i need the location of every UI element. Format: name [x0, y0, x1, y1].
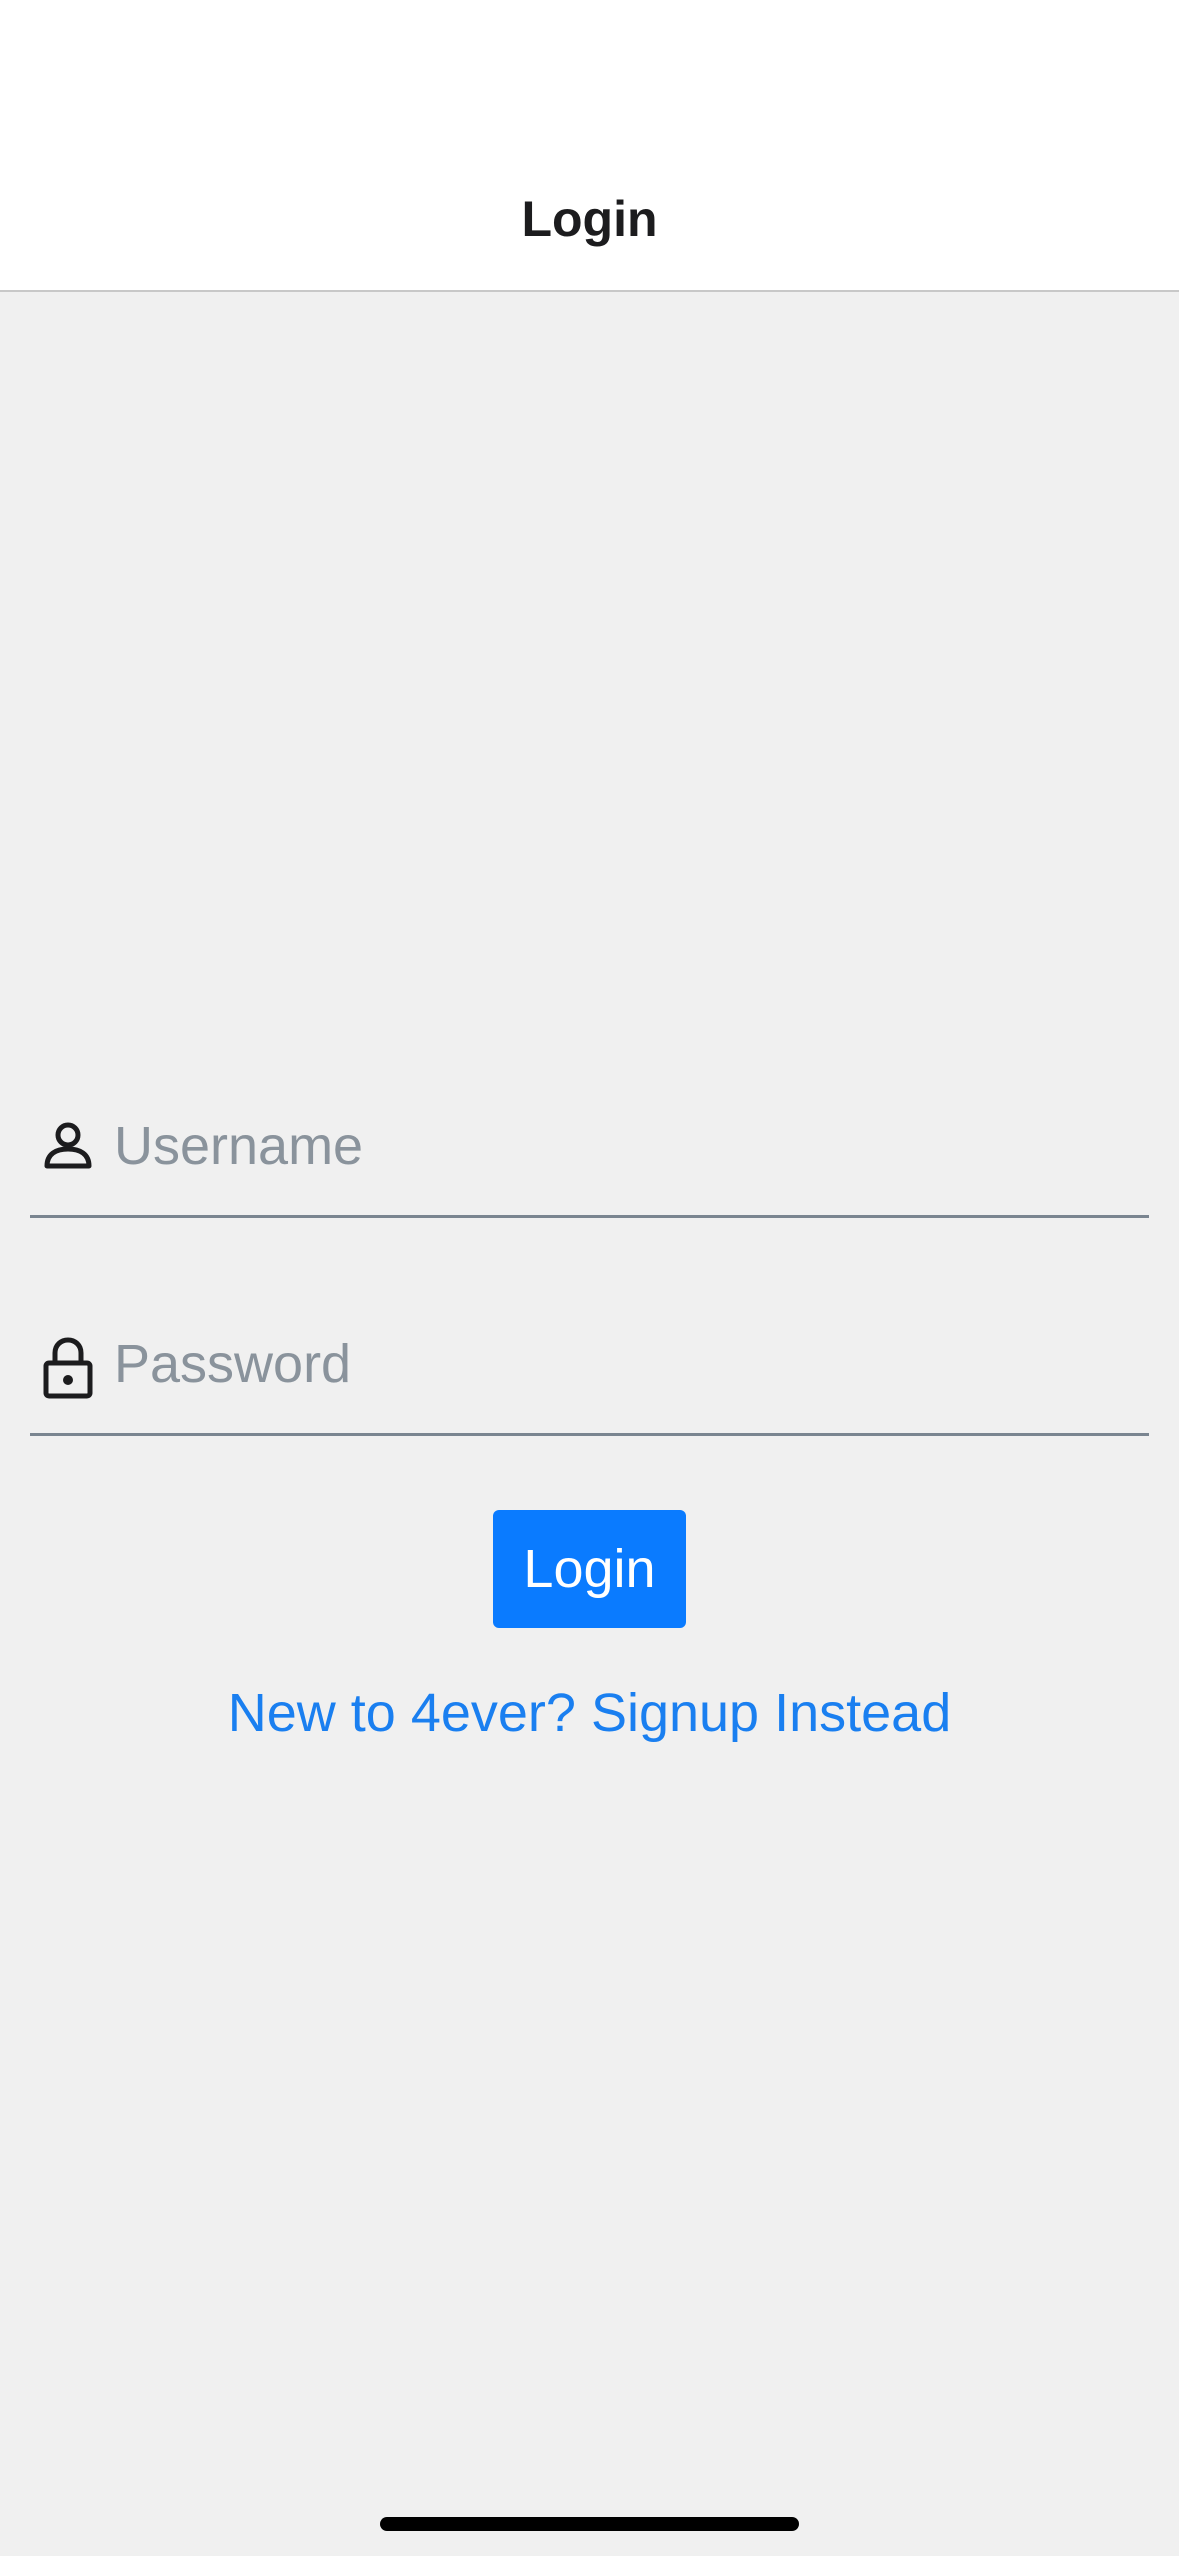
username-input[interactable]	[114, 1104, 1134, 1188]
navigation-bar: Login	[0, 0, 1179, 292]
signup-link[interactable]: New to 4ever? Signup Instead	[0, 1682, 1179, 1744]
page-title: Login	[521, 191, 658, 247]
password-field[interactable]	[30, 1316, 1149, 1436]
home-indicator[interactable]	[380, 2517, 799, 2531]
person-icon	[38, 1116, 98, 1176]
username-field[interactable]	[30, 1098, 1149, 1218]
login-button[interactable]: Login	[493, 1510, 686, 1628]
password-input[interactable]	[114, 1322, 1134, 1406]
lock-icon	[38, 1334, 98, 1399]
